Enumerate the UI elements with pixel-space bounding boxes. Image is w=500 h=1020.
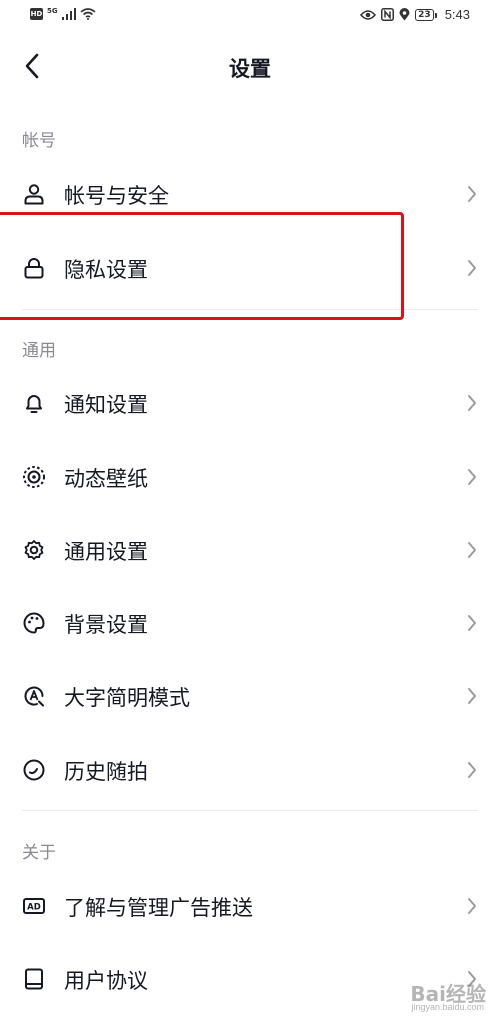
chevron-right-icon	[468, 395, 476, 411]
section-title-account: 帐号	[22, 131, 56, 151]
settings-item-label: 通知设置	[64, 393, 148, 417]
settings-item-large-font-mode[interactable]: 大字简明模式	[0, 660, 500, 732]
large-font-icon	[24, 686, 44, 707]
nfc-icon	[381, 8, 395, 21]
watermark: Bai经验 jingyan.baidu.com	[366, 976, 486, 1016]
settings-item-live-wallpaper[interactable]: 动态壁纸	[0, 441, 500, 513]
ad-icon: AD	[23, 898, 45, 914]
settings-item-history[interactable]: 历史随拍	[0, 734, 500, 806]
wifi-icon	[80, 8, 96, 20]
eye-icon	[360, 9, 377, 21]
header: 设置	[0, 34, 500, 100]
settings-item-ad-management[interactable]: AD 了解与管理广告推送	[0, 870, 500, 942]
location-icon	[399, 8, 410, 21]
settings-item-label: 背景设置	[64, 613, 148, 637]
status-bar: HD 5G 23 5:43	[0, 0, 500, 34]
book-icon	[25, 968, 43, 990]
chevron-right-icon	[468, 615, 476, 631]
settings-item-label: 了解与管理广告推送	[64, 896, 253, 920]
chevron-right-icon	[468, 762, 476, 778]
settings-item-label: 用户协议	[64, 969, 148, 993]
chevron-right-icon	[468, 469, 476, 485]
clock: 5:43	[444, 7, 470, 22]
settings-item-label: 历史随拍	[64, 760, 148, 784]
chevron-right-icon	[468, 898, 476, 914]
battery-indicator: 23	[415, 8, 437, 21]
settings-item-notifications[interactable]: 通知设置	[0, 367, 500, 439]
chevron-right-icon	[468, 186, 476, 202]
settings-item-label: 动态壁纸	[64, 467, 148, 491]
palette-icon	[23, 612, 45, 634]
settings-item-background[interactable]: 背景设置	[0, 587, 500, 659]
hd-badge: HD	[30, 8, 43, 20]
watermark-url: jingyan.baidu.com	[411, 1002, 484, 1012]
settings-item-label: 帐号与安全	[64, 184, 169, 208]
section-title-about: 关于	[22, 843, 56, 863]
divider	[22, 810, 478, 811]
highlight-box	[0, 212, 404, 320]
section-title-general: 通用	[22, 341, 56, 361]
chevron-right-icon	[468, 542, 476, 558]
settings-item-label: 大字简明模式	[64, 686, 190, 710]
chevron-right-icon	[468, 688, 476, 704]
chevron-right-icon	[468, 260, 476, 276]
history-icon	[23, 759, 45, 781]
page-title: 设置	[229, 57, 271, 81]
settings-item-general[interactable]: 通用设置	[0, 514, 500, 586]
user-icon	[24, 184, 44, 205]
network-type: 5G	[47, 6, 58, 15]
bell-icon	[26, 395, 42, 413]
gear-icon	[24, 540, 44, 560]
settings-item-label: 通用设置	[64, 540, 148, 564]
live-wallpaper-icon	[23, 466, 45, 488]
svg-text:AD: AD	[27, 903, 41, 913]
signal-icon	[61, 8, 76, 20]
